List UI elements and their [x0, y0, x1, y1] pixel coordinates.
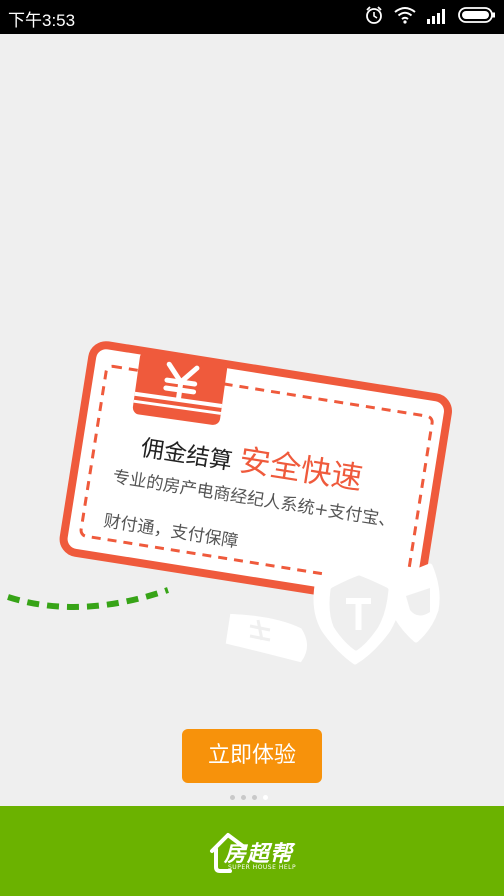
page-dot	[230, 795, 235, 800]
page-dot	[241, 795, 246, 800]
brand-logo-subtext: SUPER HOUSE HELP	[228, 864, 297, 871]
page-indicator	[230, 795, 268, 800]
status-bar: 下午3:53	[0, 0, 504, 34]
status-icons	[364, 6, 496, 28]
dashed-path-decoration	[7, 587, 169, 610]
yuan-tag-icon	[132, 351, 228, 425]
page-dot	[252, 795, 257, 800]
shield-security-icon	[313, 557, 440, 665]
try-now-button[interactable]: 立即体验	[182, 729, 322, 783]
intro-illustration: 佣金结算 安全快速 专业的房产电商经纪人系统+支付宝、 财付通，支付保障	[0, 34, 504, 734]
wifi-icon	[394, 6, 416, 28]
status-time: 下午3:53	[8, 11, 76, 30]
battery-icon	[458, 6, 496, 28]
page-dot-active	[263, 795, 268, 800]
alarm-icon	[364, 5, 384, 29]
money-bill-icon	[225, 613, 307, 663]
signal-icon	[426, 6, 448, 28]
